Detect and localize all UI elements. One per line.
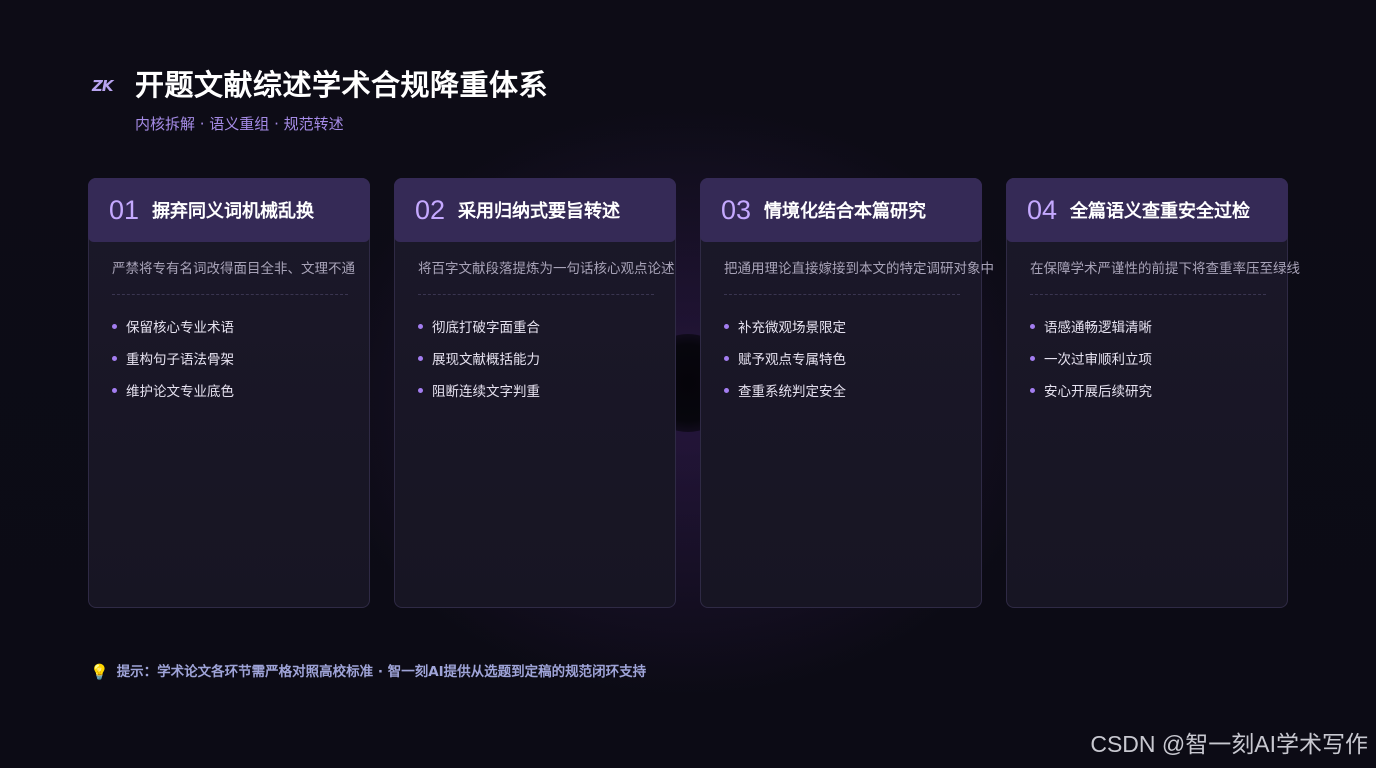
card-divider	[112, 294, 348, 295]
logo-text: ZK	[92, 77, 113, 95]
card-points: 语感通畅逻辑清晰 一次过审顺利立项 安心开展后续研究	[1030, 310, 1152, 406]
card-description: 把通用理论直接嫁接到本文的特定调研对象中	[724, 261, 994, 277]
list-item: 赋予观点专属特色	[724, 342, 846, 374]
bullet-dot-icon	[1030, 355, 1035, 361]
bullet-dot-icon	[418, 355, 423, 361]
card-04: 04 全篇语义查重安全过检 在保障学术严谨性的前提下将查重率压至绿线 语感通畅逻…	[1006, 178, 1300, 608]
list-item: 安心开展后续研究	[1030, 374, 1152, 406]
point-text: 语感通畅逻辑清晰	[1044, 320, 1152, 336]
card-description: 将百字文献段落提炼为一句话核心观点论述	[418, 261, 675, 277]
card-description: 在保障学术严谨性的前提下将查重率压至绿线	[1030, 261, 1300, 277]
point-text: 赋予观点专属特色	[738, 352, 846, 368]
bullet-dot-icon	[724, 323, 729, 329]
list-item: 重构句子语法骨架	[112, 342, 234, 374]
point-text: 查重系统判定安全	[738, 384, 846, 400]
card-header: 01 摒弃同义词机械乱换	[88, 178, 370, 242]
card-header: 02 采用归纳式要旨转述	[394, 178, 676, 242]
list-item: 保留核心专业术语	[112, 310, 234, 342]
list-item: 查重系统判定安全	[724, 374, 846, 406]
card-points: 补充微观场景限定 赋予观点专属特色 查重系统判定安全	[724, 310, 846, 406]
card-header: 04 全篇语义查重安全过检	[1006, 178, 1288, 242]
card-03: 03 情境化结合本篇研究 把通用理论直接嫁接到本文的特定调研对象中 补充微观场景…	[700, 178, 994, 608]
point-text: 阻断连续文字判重	[432, 384, 540, 400]
card-number: 02	[415, 195, 446, 225]
card-description: 严禁将专有名词改得面目全非、文理不通	[112, 261, 355, 277]
card-title: 全篇语义查重安全过检	[1070, 201, 1251, 222]
card-title: 情境化结合本篇研究	[764, 201, 927, 222]
point-text: 重构句子语法骨架	[126, 352, 234, 368]
bullet-dot-icon	[112, 355, 117, 361]
card-divider	[1030, 294, 1266, 295]
list-item: 维护论文专业底色	[112, 374, 234, 406]
list-item: 彻底打破字面重合	[418, 310, 540, 342]
bullet-dot-icon	[112, 387, 117, 393]
point-text: 维护论文专业底色	[126, 384, 234, 400]
bullet-dot-icon	[1030, 387, 1035, 393]
csdn-watermark: CSDN @智一刻AI学术写作	[1090, 731, 1368, 757]
bullet-dot-icon	[418, 323, 423, 329]
bullet-dot-icon	[418, 387, 423, 393]
point-text: 一次过审顺利立项	[1044, 352, 1152, 368]
card-01: 01 摒弃同义词机械乱换 严禁将专有名词改得面目全非、文理不通 保留核心专业术语…	[88, 178, 370, 608]
zk-logo-icon: ZK	[92, 74, 122, 98]
list-item: 展现文献概括能力	[418, 342, 540, 374]
bullet-dot-icon	[112, 323, 117, 329]
bullet-dot-icon	[724, 387, 729, 393]
bullet-dot-icon	[724, 355, 729, 361]
card-number: 01	[109, 195, 140, 225]
list-item: 一次过审顺利立项	[1030, 342, 1152, 374]
card-divider	[724, 294, 960, 295]
card-points: 彻底打破字面重合 展现文献概括能力 阻断连续文字判重	[418, 310, 540, 406]
point-text: 展现文献概括能力	[432, 352, 540, 368]
point-text: 彻底打破字面重合	[432, 320, 540, 336]
point-text: 补充微观场景限定	[738, 320, 846, 336]
tip-bar: 💡 提示：学术论文各环节需严格对照高校标准 · 智一刻AI提供从选题到定稿的规范…	[90, 662, 646, 682]
list-item: 补充微观场景限定	[724, 310, 846, 342]
card-header: 03 情境化结合本篇研究	[700, 178, 982, 242]
list-item: 阻断连续文字判重	[418, 374, 540, 406]
lightbulb-icon: 💡	[90, 663, 109, 681]
card-points: 保留核心专业术语 重构句子语法骨架 维护论文专业底色	[112, 310, 234, 406]
bullet-dot-icon	[1030, 323, 1035, 329]
page-subtitle: 内核拆解 · 语义重组 · 规范转述	[135, 115, 344, 133]
list-item: 语感通畅逻辑清晰	[1030, 310, 1152, 342]
card-divider	[418, 294, 654, 295]
card-02: 02 采用归纳式要旨转述 将百字文献段落提炼为一句话核心观点论述 彻底打破字面重…	[394, 178, 676, 608]
slide-page: ZK 开题文献综述学术合规降重体系 内核拆解 · 语义重组 · 规范转述 01 …	[0, 0, 1376, 768]
point-text: 保留核心专业术语	[126, 320, 234, 336]
card-title: 摒弃同义词机械乱换	[152, 201, 315, 222]
card-title: 采用归纳式要旨转述	[458, 201, 621, 222]
point-text: 安心开展后续研究	[1044, 384, 1152, 400]
tip-text: 提示：学术论文各环节需严格对照高校标准 · 智一刻AI提供从选题到定稿的规范闭环…	[116, 664, 647, 680]
card-number: 03	[721, 195, 752, 225]
page-title: 开题文献综述学术合规降重体系	[135, 68, 549, 102]
cards-row: 01 摒弃同义词机械乱换 严禁将专有名词改得面目全非、文理不通 保留核心专业术语…	[88, 178, 1300, 608]
card-number: 04	[1027, 195, 1058, 225]
